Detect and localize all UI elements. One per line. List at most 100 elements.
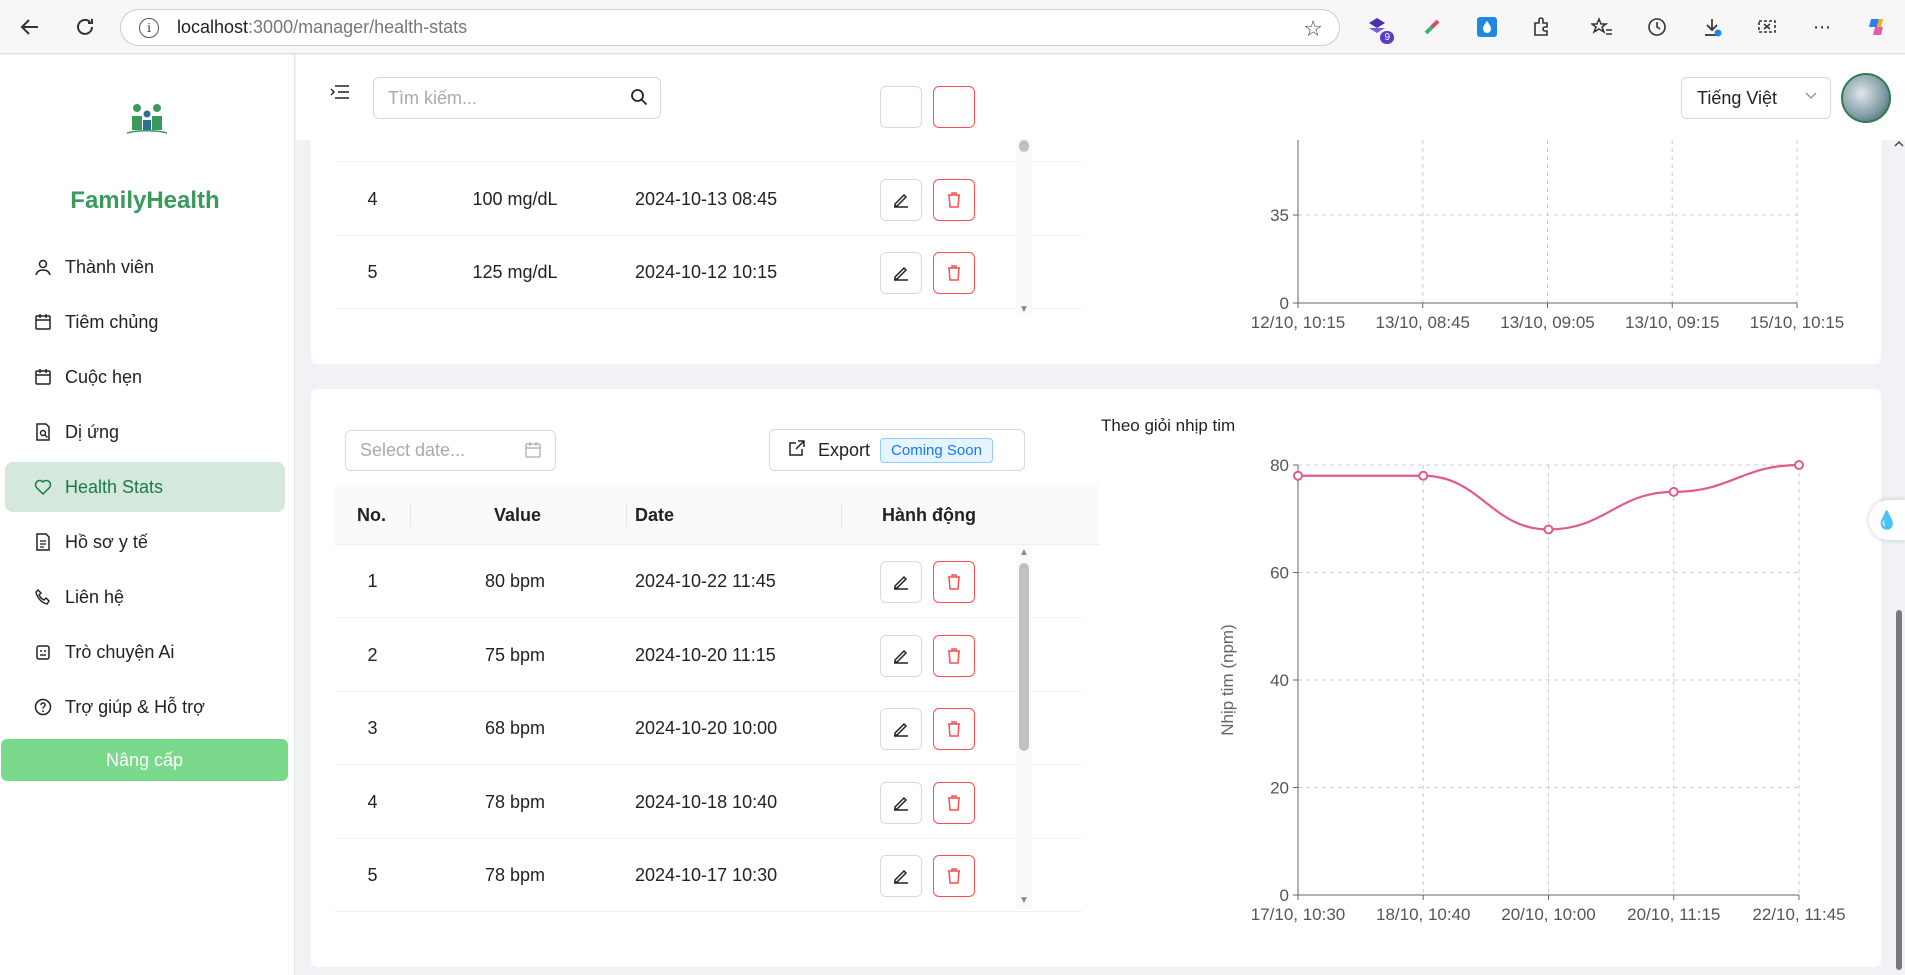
table-row: 3 68 bpm 2024-10-20 10:00 <box>335 692 1082 765</box>
sidebar-item-contact[interactable]: Liên hệ <box>5 572 285 622</box>
row-date: 2024-10-17 10:30 <box>635 865 778 885</box>
favorite-star-icon[interactable]: ☆ <box>1303 16 1323 42</box>
export-label: Export <box>818 439 871 460</box>
downloads-icon[interactable] <box>1699 14 1725 40</box>
edit-button[interactable] <box>880 179 922 221</box>
x-tick-label: 20/10, 11:15 <box>1627 905 1720 924</box>
sidebar-item-label: Liên hệ <box>65 586 125 607</box>
language-select[interactable]: Tiếng Việt <box>1681 77 1831 119</box>
page-scrollbar[interactable] <box>1893 140 1905 975</box>
row-no: 5 <box>367 865 378 885</box>
row-value: 75 bpm <box>484 644 546 665</box>
edit-icon <box>894 722 908 737</box>
upgrade-button[interactable]: Nâng cấp <box>1 739 288 781</box>
row-date: 2024-10-20 10:00 <box>635 718 778 738</box>
menu-collapse-icon[interactable] <box>330 83 350 107</box>
sidebar-item-vaccination[interactable]: Tiêm chủng <box>5 297 285 347</box>
table-row: 5 78 bpm 2024-10-17 10:30 <box>335 839 1082 912</box>
site-info-icon[interactable]: i <box>139 17 159 38</box>
scrollbar-thumb[interactable] <box>1019 563 1029 751</box>
scroll-down-icon[interactable]: ▼ <box>1019 304 1029 315</box>
table-row: 5 125 mg/dL 2024-10-12 10:15 <box>335 236 1082 309</box>
robot-icon <box>33 642 53 662</box>
history-icon[interactable] <box>1644 14 1670 40</box>
avatar[interactable] <box>1841 73 1891 123</box>
delete-button[interactable] <box>933 86 975 128</box>
delete-button[interactable] <box>933 179 975 221</box>
date-picker-input[interactable]: Select date... <box>345 430 556 471</box>
row-no: 4 <box>367 791 378 812</box>
delete-button[interactable] <box>933 781 975 824</box>
sidebar-item-members[interactable]: Thành viên <box>5 242 285 292</box>
table-scrollbar[interactable]: ▲ ▼ <box>1016 545 1032 909</box>
water-drop-extension-icon[interactable] <box>1474 14 1500 40</box>
chart-title: Theo giỏi nhịp tim <box>1101 416 1236 435</box>
table-row: 4 100 mg/dL 2024-10-13 08:45 <box>335 163 1082 236</box>
color-picker-icon[interactable] <box>1419 14 1445 40</box>
scroll-down-icon[interactable]: ▼ <box>1019 895 1029 906</box>
row-no: 4 <box>367 189 378 209</box>
extension-icon[interactable]: 9 <box>1364 14 1394 44</box>
user-icon <box>33 257 53 277</box>
row-date: 2024-10-20 11:15 <box>635 644 776 665</box>
phone-icon <box>33 587 53 607</box>
sidebar-item-health-stats[interactable]: Health Stats <box>5 462 285 512</box>
x-tick-label: 17/10, 10:30 <box>1251 905 1346 924</box>
edit-icon <box>894 193 908 208</box>
sidebar-menu: Thành viên Tiêm chủng Cuộc hẹn Dị ứng He… <box>5 242 285 737</box>
edit-button[interactable] <box>880 561 922 603</box>
delete-button[interactable] <box>933 634 975 677</box>
x-tick-label: 15/10, 10:15 <box>1750 313 1845 332</box>
sidebar-item-appointments[interactable]: Cuộc hẹn <box>5 352 285 402</box>
favorites-icon[interactable] <box>1589 14 1615 40</box>
row-no: 2 <box>367 644 378 665</box>
sidebar-item-medical-records[interactable]: Hồ sơ y tế <box>5 517 285 567</box>
more-menu-icon[interactable]: ⋯ <box>1809 14 1835 40</box>
extension-badge: 9 <box>1380 31 1394 44</box>
sidebar-item-label: Health Stats <box>65 476 164 497</box>
table-scrollbar[interactable]: ▼ <box>1016 140 1032 316</box>
scroll-up-icon[interactable]: ▲ <box>1019 547 1029 558</box>
export-icon <box>788 439 806 462</box>
edit-button[interactable] <box>880 86 922 128</box>
back-icon[interactable] <box>15 12 45 42</box>
scrollbar-thumb[interactable] <box>1019 140 1029 152</box>
delete-button[interactable] <box>933 252 975 294</box>
edit-icon <box>894 796 908 811</box>
edit-button[interactable] <box>880 855 922 897</box>
heart-rate-chart: 0 20 40 60 80 17/10, 10:30 18/10, 10:40 20/10, … <box>1218 459 1846 924</box>
row-date: 2024-10-12 10:15 <box>635 262 778 282</box>
table-row: 4 78 bpm 2024-10-18 10:40 <box>335 766 1082 839</box>
edit-button[interactable] <box>880 252 922 294</box>
brand-name[interactable]: FamilyHealth <box>0 187 290 215</box>
sidebar-item-ai-chat[interactable]: Trò chuyện Ai <box>5 627 285 677</box>
sidebar-item-allergies[interactable]: Dị ứng <box>5 407 285 457</box>
edit-icon <box>894 266 908 281</box>
sidebar: FamilyHealth Thành viên Tiêm chủng Cuộc … <box>0 55 295 975</box>
y-tick-label: 60 <box>1270 564 1289 583</box>
delete-button[interactable] <box>933 561 975 603</box>
address-bar[interactable]: i localhost:3000/manager/health-stats ☆ <box>120 9 1340 46</box>
copilot-icon[interactable] <box>1864 14 1890 40</box>
date-placeholder: Select date... <box>360 440 466 460</box>
x-tick-label: 13/10, 08:45 <box>1375 313 1470 332</box>
coming-soon-badge: Coming Soon <box>880 437 993 463</box>
x-tick-label: 13/10, 09:15 <box>1625 313 1720 332</box>
delete-button[interactable] <box>933 708 975 750</box>
x-tick-label: 13/10, 09:05 <box>1500 313 1595 332</box>
trash-icon <box>948 721 960 737</box>
export-button[interactable]: Export Coming Soon <box>769 429 1025 471</box>
column-header-date: Date <box>635 505 675 525</box>
y-tick-label: 20 <box>1270 779 1289 798</box>
y-tick-label: 40 <box>1270 671 1289 690</box>
extensions-puzzle-icon[interactable] <box>1528 14 1554 40</box>
edit-button[interactable] <box>880 708 922 750</box>
edit-button[interactable] <box>880 781 922 824</box>
sidebar-item-help[interactable]: Trợ giúp & Hỗ trợ <box>5 682 285 732</box>
screenshot-icon[interactable] <box>1754 14 1780 40</box>
row-value: 80 bpm <box>484 571 546 591</box>
family-logo-icon[interactable] <box>125 100 169 136</box>
delete-button[interactable] <box>933 855 975 897</box>
edit-button[interactable] <box>880 634 922 677</box>
refresh-icon[interactable] <box>70 12 100 42</box>
